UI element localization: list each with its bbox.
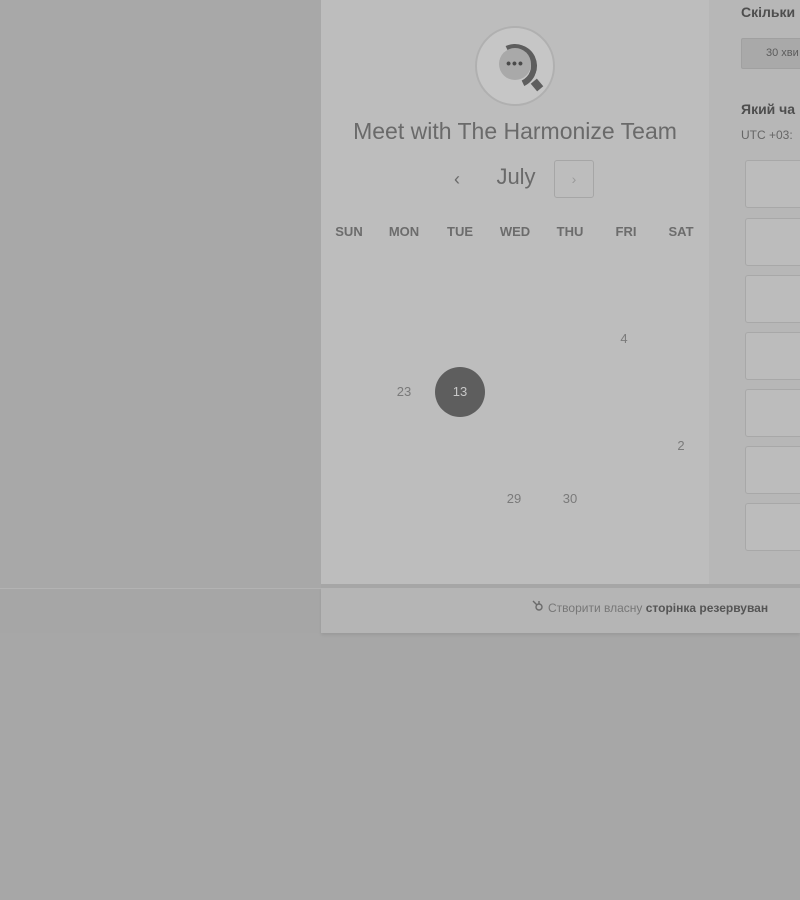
time-slot-button[interactable] — [745, 160, 800, 208]
calendar-day[interactable]: 4 — [599, 314, 649, 364]
chat-logo-icon: ••• — [475, 26, 555, 106]
footer-prefix-text: Створити власну — [548, 601, 643, 615]
calendar-day[interactable]: 23 — [379, 367, 429, 417]
create-booking-page-link[interactable]: Створити власну сторінка резервуван — [532, 600, 768, 615]
footer-bar: Створити власну сторінка резервуван — [321, 588, 800, 633]
time-slot-button[interactable] — [745, 275, 800, 323]
weekday-mon: MON — [388, 224, 420, 239]
prev-month-button[interactable]: ‹ — [446, 168, 468, 190]
hubspot-sprocket-icon — [532, 600, 544, 615]
time-selection-panel: Скільки 30 хви Який ча UTC +03: — [709, 0, 800, 584]
page-background-left — [0, 0, 321, 588]
meeting-title: Meet with The Harmonize Team — [353, 118, 677, 144]
divider-line — [0, 588, 321, 589]
weekday-sun: SUN — [335, 224, 363, 239]
calendar-day[interactable]: 29 — [489, 474, 539, 524]
duration-question: Скільки — [741, 4, 796, 20]
time-question: Який ча — [741, 101, 796, 117]
calendar-day-selected[interactable]: 13 — [435, 367, 485, 417]
booking-card: ••• Meet with The Harmonize Team ‹ July … — [321, 0, 709, 584]
time-slot-button[interactable] — [745, 218, 800, 266]
month-label: July — [496, 164, 536, 189]
weekday-thu: THU — [556, 224, 584, 239]
weekday-wed: WED — [499, 224, 531, 239]
time-slot-button[interactable] — [745, 503, 800, 551]
footer-bold-text: сторінка резервуван — [645, 601, 769, 615]
weekday-tue: TUE — [447, 224, 473, 239]
duration-option-button[interactable]: 30 хви — [741, 38, 800, 69]
weekday-sat: SAT — [668, 224, 694, 239]
time-slot-button[interactable] — [745, 446, 800, 494]
calendar-day[interactable]: 2 — [656, 421, 706, 471]
calendar-day[interactable]: 30 — [545, 474, 595, 524]
time-slot-button[interactable] — [745, 389, 800, 437]
weekday-header: SUN MON TUE WED THU FRI SAT — [321, 224, 709, 244]
page-background-bottom — [0, 633, 800, 900]
weekday-fri: FRI — [615, 224, 637, 239]
time-slot-button[interactable] — [745, 332, 800, 380]
next-month-button[interactable]: › — [554, 160, 594, 198]
timezone-label[interactable]: UTC +03: — [741, 128, 793, 142]
